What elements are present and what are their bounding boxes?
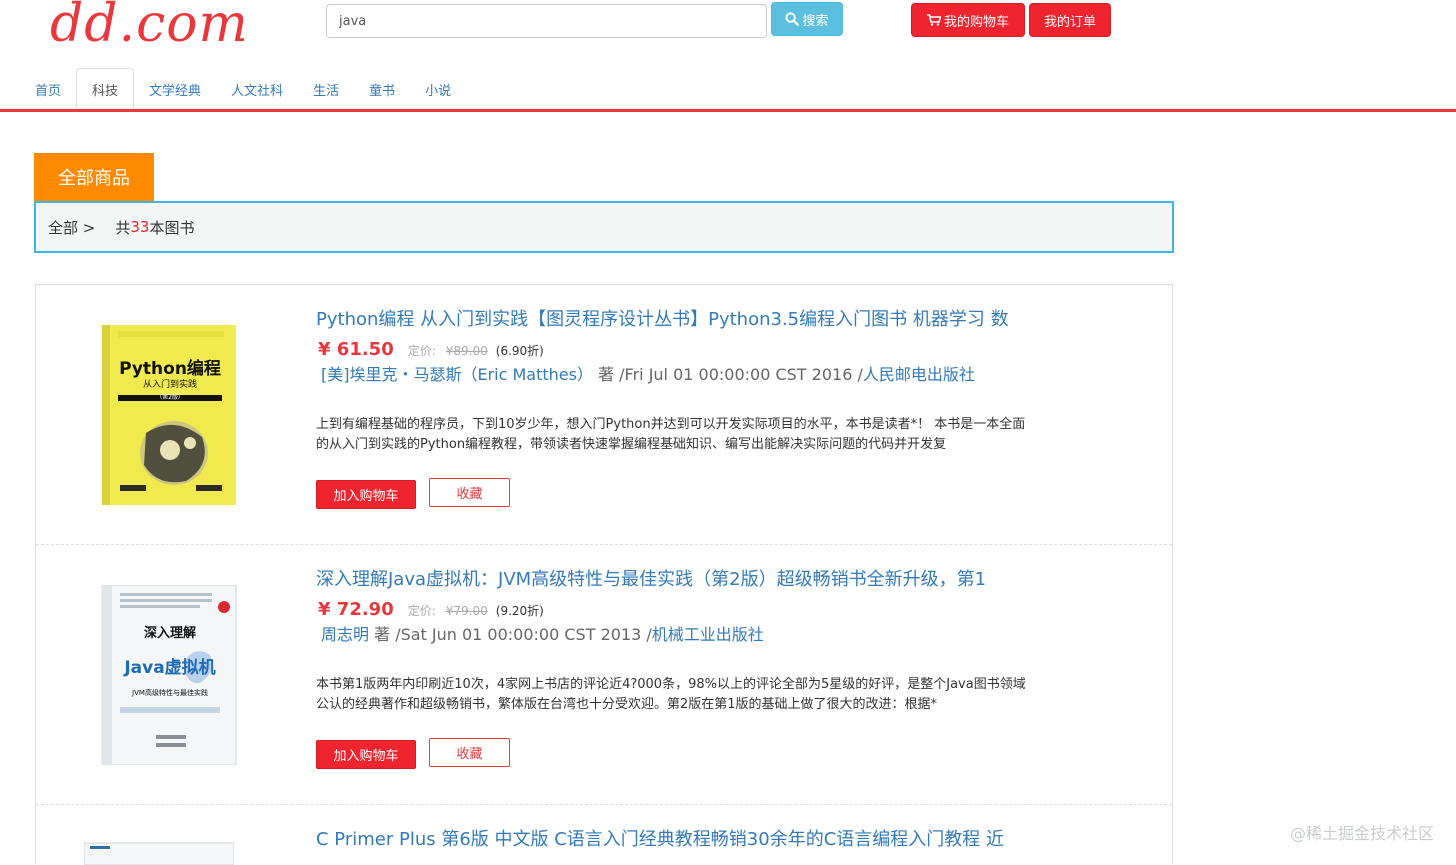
tab-literature[interactable]: 文学经典 xyxy=(134,68,216,110)
product-list: Python编程 从入门到实践 （第2版） Python编程 从入门到实践【图灵… xyxy=(35,284,1173,865)
sale-price: ¥ 61.50 xyxy=(318,339,394,360)
book-cover-java[interactable]: 深入理解 Java虚拟机 JVM高级特性与最佳实践 xyxy=(100,585,238,765)
favorite-button[interactable]: 收藏 xyxy=(429,478,510,507)
publish-info: 著 /Fri Jul 01 00:00:00 CST 2016 / xyxy=(592,365,863,384)
book-cover-c-primer[interactable] xyxy=(84,841,234,865)
discount: (9.20折) xyxy=(495,604,544,618)
cart-button[interactable]: 我的购物车 xyxy=(911,3,1025,37)
tab-home[interactable]: 首页 xyxy=(20,68,76,110)
result-count-suffix: 本图书 xyxy=(149,218,195,237)
add-to-cart-button[interactable]: 加入购物车 xyxy=(316,740,416,769)
product-meta: [美]埃里克・马瑟斯（Eric Matthes） 著 /Fri Jul 01 0… xyxy=(321,361,975,385)
search-button-label: 搜索 xyxy=(802,13,829,29)
search-input[interactable] xyxy=(327,5,766,37)
all-products-tab[interactable]: 全部商品 xyxy=(34,153,154,201)
cover-title: 深入理解 xyxy=(144,625,196,641)
book-cover-python[interactable]: Python编程 从入门到实践 （第2版） xyxy=(100,325,238,505)
cover-title: Python编程 xyxy=(119,358,221,379)
list-price-label: 定价: xyxy=(407,604,436,618)
search-icon xyxy=(785,12,800,26)
publisher-link[interactable]: 机械工业出版社 xyxy=(652,625,764,644)
cover-edition: （第2版） xyxy=(156,393,184,401)
list-price: ¥89.00 xyxy=(445,344,488,358)
sale-price: ¥ 72.90 xyxy=(318,599,394,620)
product-title[interactable]: 深入理解Java虚拟机：JVM高级特性与最佳实践（第2版）超级畅销书全新升级，第… xyxy=(316,565,986,591)
logo[interactable]: dd.com xyxy=(50,0,249,54)
list-price-label: 定价: xyxy=(407,344,436,358)
tab-humanities[interactable]: 人文社科 xyxy=(216,68,298,110)
author-link[interactable]: 周志明 xyxy=(321,625,369,644)
price-row: ¥ 61.50 定价: ¥89.00 (6.90折) xyxy=(318,339,544,360)
result-count: 33 xyxy=(130,218,150,236)
result-count-prefix: 共 xyxy=(115,218,131,237)
category-nav: 首页 科技 文学经典 人文社科 生活 童书 小说 xyxy=(20,68,466,110)
product-description: 上到有编程基础的程序员，下到10岁少年，想入门Python并达到可以开发实际项目… xyxy=(316,417,1026,452)
product-title[interactable]: Python编程 从入门到实践【图灵程序设计丛书】Python3.5编程入门图书… xyxy=(316,305,1009,331)
tab-novel[interactable]: 小说 xyxy=(410,68,466,110)
add-to-cart-button[interactable]: 加入购物车 xyxy=(316,480,416,509)
cart-icon xyxy=(926,14,941,26)
tab-children[interactable]: 童书 xyxy=(354,68,410,110)
favorite-button[interactable]: 收藏 xyxy=(429,738,510,767)
search-box xyxy=(326,4,767,38)
tab-technology[interactable]: 科技 xyxy=(76,68,135,110)
publish-info: 著 /Sat Jun 01 00:00:00 CST 2013 / xyxy=(369,625,652,644)
search-button[interactable]: 搜索 xyxy=(771,2,843,36)
product-item: Python编程 从入门到实践 （第2版） Python编程 从入门到实践【图灵… xyxy=(36,285,1172,545)
list-price: ¥79.00 xyxy=(445,604,488,618)
orders-button[interactable]: 我的订单 xyxy=(1029,3,1111,37)
breadcrumb: 全部 > 共 33 本图书 xyxy=(34,201,1174,253)
publisher-link[interactable]: 人民邮电出版社 xyxy=(863,365,975,384)
discount: (6.90折) xyxy=(495,344,544,358)
header-divider xyxy=(0,109,1456,112)
product-item: C Primer Plus 第6版 中文版 C语言入门经典教程畅销30余年的C语… xyxy=(36,805,1172,865)
cart-button-label: 我的购物车 xyxy=(943,14,1009,30)
tab-life[interactable]: 生活 xyxy=(298,68,354,110)
product-meta: 周志明 著 /Sat Jun 01 00:00:00 CST 2013 /机械工… xyxy=(321,621,764,645)
cover-edition: JVM高级特性与最佳实践 xyxy=(131,688,208,697)
orders-button-label: 我的订单 xyxy=(1043,14,1096,30)
author-link[interactable]: [美]埃里克・马瑟斯（Eric Matthes） xyxy=(321,365,593,384)
cover-subtitle: Java虚拟机 xyxy=(123,657,215,678)
product-description: 本书第1版两年内印刷近10次，4家网上书店的评论近4?000条，98%以上的评论… xyxy=(316,677,1026,712)
price-row: ¥ 72.90 定价: ¥79.00 (9.20折) xyxy=(318,599,544,620)
cover-subtitle: 从入门到实践 xyxy=(143,378,197,390)
watermark: @稀土掘金技术社区 xyxy=(1290,824,1435,843)
breadcrumb-all[interactable]: 全部 > xyxy=(48,217,95,238)
product-item: 深入理解 Java虚拟机 JVM高级特性与最佳实践 深入理解Java虚拟机：JV… xyxy=(36,545,1172,805)
product-title[interactable]: C Primer Plus 第6版 中文版 C语言入门经典教程畅销30余年的C语… xyxy=(316,825,1004,851)
